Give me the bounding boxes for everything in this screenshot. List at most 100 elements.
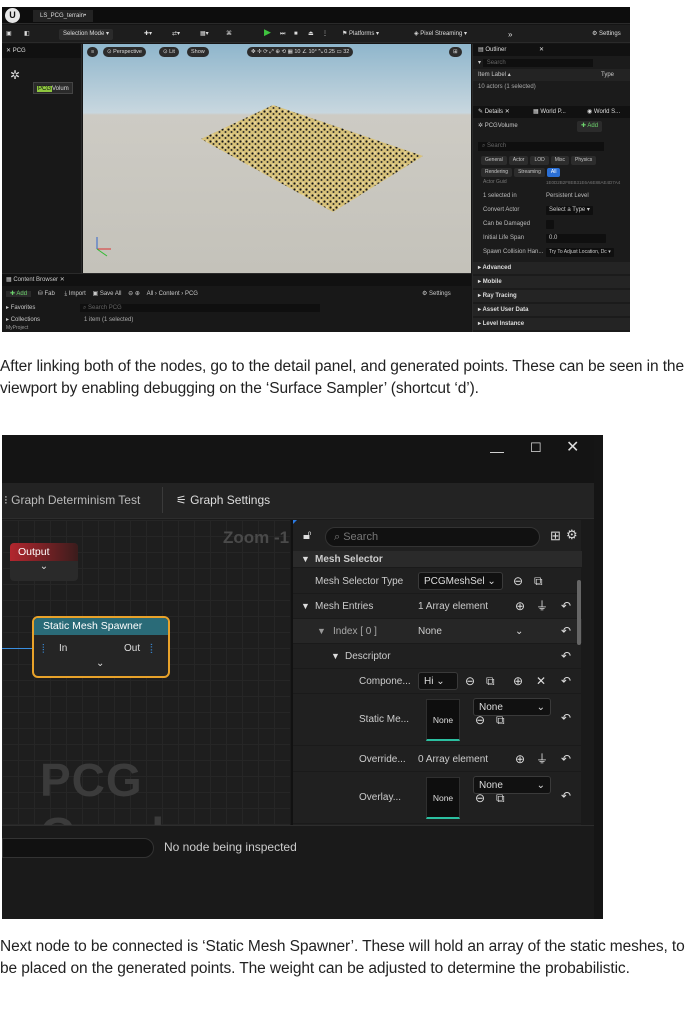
inspect-field[interactable]: [2, 838, 154, 858]
reset-icon[interactable]: ↶: [561, 619, 571, 644]
browse-icon[interactable]: ⊖: [475, 786, 485, 811]
minimize-icon[interactable]: —: [490, 443, 504, 459]
graph-determinism-button[interactable]: ⁝ Graph Determinism Test: [4, 493, 140, 507]
browse-icon[interactable]: ⊖: [513, 569, 523, 594]
graph-settings-button[interactable]: ⚟ Graph Settings: [176, 493, 270, 507]
outliner-search-input[interactable]: Search: [482, 59, 593, 67]
static-mesh-spawner-node[interactable]: Static Mesh Spawner ⦙ In Out ⦙ ⌄: [32, 616, 170, 678]
gear-icon[interactable]: ⚙: [566, 527, 578, 543]
outliner-search-row[interactable]: ▾ Search: [473, 57, 630, 69]
col-type[interactable]: Type: [601, 69, 614, 81]
spawn-collision-dropdown[interactable]: Try To Adjust Location, Dc ▾: [546, 248, 614, 257]
mesh-selector-section[interactable]: ▼ Mesh Selector: [293, 551, 583, 568]
left-search-row[interactable]: ✕ PCG: [2, 44, 81, 58]
details-tab[interactable]: ✎ Details ✕: [478, 109, 510, 115]
maximize-icon[interactable]: ☐: [530, 440, 542, 456]
overflow-icon[interactable]: »: [508, 29, 512, 40]
history-icons[interactable]: ⊖ ⊕: [128, 291, 140, 297]
play-icon[interactable]: ▶: [264, 27, 271, 38]
trash-icon[interactable]: ⏚: [536, 747, 548, 772]
perspective-button[interactable]: ⊙ Perspective: [103, 47, 146, 57]
save-all-button[interactable]: ▣ Save All: [92, 291, 121, 297]
collapse-arrow-icon[interactable]: ▼: [331, 644, 340, 669]
trash-icon[interactable]: ⏚: [536, 594, 548, 619]
can-be-damaged-checkbox[interactable]: [546, 220, 554, 229]
eject-icon[interactable]: ⏏: [308, 29, 314, 40]
settings-button[interactable]: ⚙ Settings: [592, 29, 621, 40]
add-element-icon[interactable]: ⊕: [515, 594, 525, 619]
level-tab[interactable]: LS_PCG_terrain•: [33, 10, 94, 22]
import-button[interactable]: ⤓ Import: [64, 291, 85, 297]
content-search-input[interactable]: ⌕ Search PCG: [80, 304, 320, 312]
out-pin-icon[interactable]: ⦙: [150, 641, 153, 657]
world-settings-tab[interactable]: ◉ World S...: [587, 106, 620, 118]
close-icon[interactable]: ✕: [566, 437, 579, 457]
filter-all[interactable]: All: [546, 168, 561, 177]
details-search-input[interactable]: ⌕ Search: [325, 527, 540, 547]
maximize-icon[interactable]: ⊞: [449, 47, 462, 57]
chevron-down-icon[interactable]: ⌄: [515, 619, 523, 644]
outliner-tab[interactable]: ▤ Outliner ✕: [473, 44, 630, 56]
add-actor-icon[interactable]: ✚▾: [144, 29, 152, 40]
selection-mode-dropdown[interactable]: Selection Mode ▾: [59, 29, 114, 40]
save-icon[interactable]: ▣: [6, 29, 12, 40]
pixel-streaming-button[interactable]: ◈ Pixel Streaming ▾: [414, 29, 467, 40]
transform-icon[interactable]: ⇄▾: [172, 29, 180, 40]
folder-icon[interactable]: ⧉: [496, 786, 505, 811]
filter-general[interactable]: General: [481, 156, 507, 165]
collapse-arrow-icon[interactable]: ▼: [317, 619, 326, 644]
category-level-instance[interactable]: ▸ Level Instance: [473, 318, 630, 330]
crumb-content[interactable]: Content: [159, 291, 180, 297]
filter-physics[interactable]: Physics: [571, 156, 597, 165]
output-node[interactable]: Output ⌄: [10, 543, 78, 581]
graph-canvas[interactable]: Zoom -1 Output ⌄ Static Mesh Spawner ⦙ I…: [2, 520, 290, 860]
step-icon[interactable]: ⏭: [280, 29, 285, 40]
add-button[interactable]: ✚ Add: [6, 291, 32, 297]
modes-icon[interactable]: ⌘: [226, 29, 232, 40]
table-view-icon[interactable]: ⊞: [550, 528, 561, 544]
folder-icon[interactable]: ⧉: [534, 569, 543, 594]
more-options-icon[interactable]: ⋮: [322, 29, 328, 40]
add-element-icon[interactable]: ⊕: [515, 747, 525, 772]
content-settings-button[interactable]: ⚙ Settings: [422, 288, 451, 300]
mesh-thumbnail[interactable]: None: [426, 699, 460, 741]
viewport[interactable]: ≡ ⊙ Perspective ⊙ Lit Show ✥ ✢ ⟳ ⤢ ⊕ ⟲ ▦…: [83, 44, 471, 273]
add-icon[interactable]: ⊕: [513, 669, 523, 694]
row-value[interactable]: None: [418, 619, 442, 644]
browse-icon[interactable]: ⊖: [475, 708, 485, 733]
transform-tools[interactable]: ✥ ✢ ⟳ ⤢ ⊕ ⟲ ▦ 10 ∠ 10° ⤡ 0.25 ▭ 32: [247, 47, 354, 57]
clear-icon[interactable]: ✕: [536, 669, 546, 694]
mesh-selector-dropdown[interactable]: PCGMeshSel ⌄: [418, 572, 503, 590]
crumb-pcg[interactable]: PCG: [185, 291, 198, 297]
convert-actor-dropdown[interactable]: Select a Type ▾: [546, 206, 593, 215]
crumb-all[interactable]: All: [147, 291, 154, 297]
breadcrumb[interactable]: All › Content › PCG: [147, 291, 198, 297]
expand-chevron-icon[interactable]: ⌄: [96, 658, 104, 669]
category-ray-tracing[interactable]: ▸ Ray Tracing: [473, 290, 630, 302]
viewport-menu-icon[interactable]: ≡: [87, 47, 99, 57]
show-button[interactable]: Show: [187, 47, 209, 57]
category-mobile[interactable]: ▸ Mobile: [473, 276, 630, 288]
folder-icon[interactable]: ⧉: [496, 708, 505, 733]
collapse-arrow-icon[interactable]: ▼: [301, 594, 310, 619]
reset-icon[interactable]: ↶: [561, 784, 571, 809]
details-scrollbar[interactable]: [577, 580, 581, 645]
lock-icon[interactable]: 🔓︎: [303, 527, 311, 543]
category-advanced[interactable]: ▸ Advanced: [473, 262, 630, 274]
filter-misc[interactable]: Misc: [550, 156, 570, 165]
reset-icon[interactable]: ↶: [561, 594, 571, 619]
add-component-button[interactable]: ✚ Add: [577, 121, 603, 132]
filter-lod[interactable]: LOD: [530, 156, 549, 165]
details-search-input[interactable]: ⌕ Search: [478, 142, 604, 151]
life-span-input[interactable]: 0.0: [546, 234, 606, 243]
category-asset-user-data[interactable]: ▸ Asset User Data: [473, 304, 630, 316]
in-pin-icon[interactable]: ⦙: [42, 642, 45, 657]
lit-button[interactable]: ⊙ Lit: [159, 47, 179, 57]
fab-button[interactable]: ⛁ Fab: [38, 291, 55, 297]
folder-icon[interactable]: ⧉: [486, 669, 495, 694]
component-dropdown[interactable]: Hi ⌄: [418, 672, 458, 690]
filter-actor[interactable]: Actor: [508, 156, 529, 165]
content-icon[interactable]: ◧: [24, 29, 30, 40]
browse-icon[interactable]: ⊖: [465, 669, 475, 694]
favorites-row[interactable]: ▸ Favorites ⌕ Search PCG: [2, 302, 471, 314]
